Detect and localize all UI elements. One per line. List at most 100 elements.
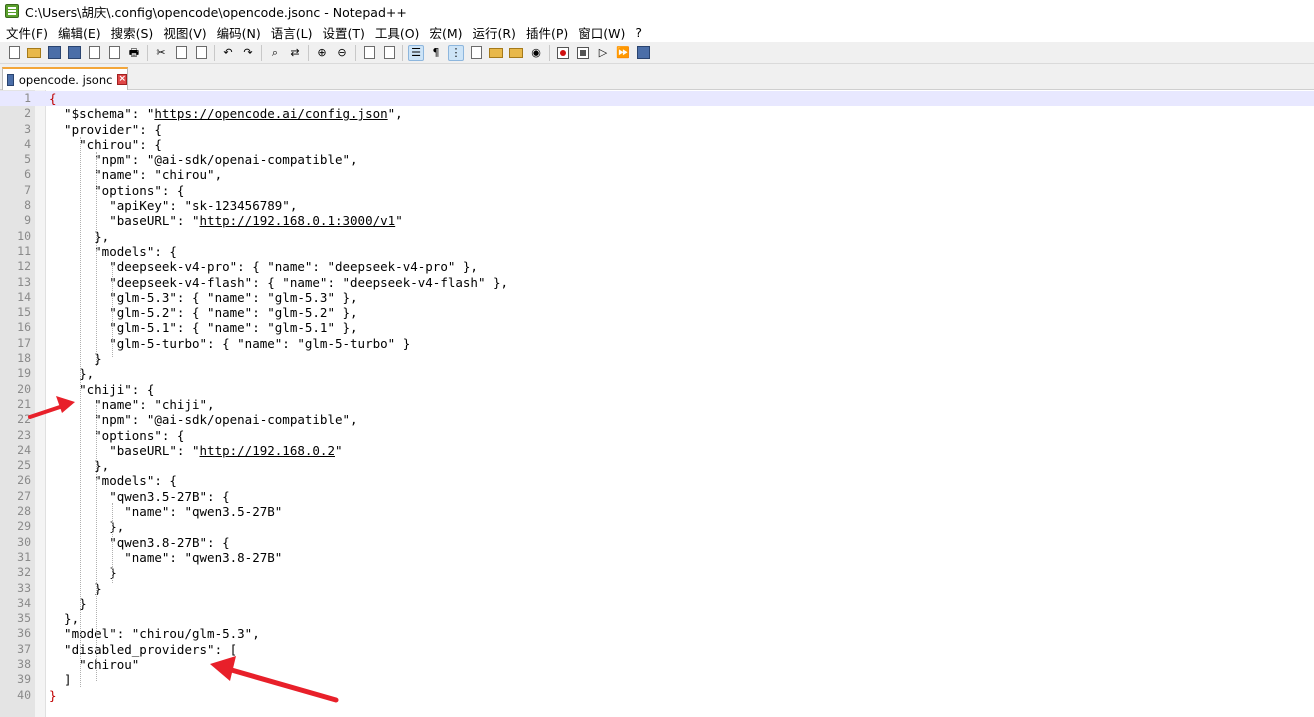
code-line[interactable]: 3 "provider": { — [0, 122, 1314, 137]
menu-plugins[interactable]: 插件(P) — [521, 23, 573, 42]
folder-as-workspace-button[interactable] — [508, 45, 524, 61]
paste-button[interactable] — [193, 45, 209, 61]
code-line[interactable]: 30 "qwen3.8-27B": { — [0, 535, 1314, 550]
code-line[interactable]: 24 "baseURL": "http://192.168.0.2" — [0, 443, 1314, 458]
code-line[interactable]: 39 ] — [0, 672, 1314, 687]
open-file-button[interactable] — [26, 45, 42, 61]
code-line[interactable]: 28 "name": "qwen3.5-27B" — [0, 504, 1314, 519]
code-line[interactable]: 1{ — [0, 91, 1314, 107]
print-button[interactable]: 🖶 — [126, 45, 142, 61]
new-file-button[interactable] — [6, 45, 22, 61]
zoom-in-button[interactable]: ⊕ — [314, 45, 330, 61]
code-line[interactable]: 5 "npm": "@ai-sdk/openai-compatible", — [0, 152, 1314, 167]
sync-vertical-button[interactable] — [361, 45, 377, 61]
scissors-icon: ✂ — [156, 45, 166, 59]
code-segment: "qwen3.8-27B": { — [49, 534, 230, 550]
code-segment: "options": { — [49, 182, 185, 198]
start-recording-button[interactable] — [555, 45, 571, 61]
close-all-button[interactable] — [106, 45, 122, 61]
menu-window[interactable]: 窗口(W) — [573, 23, 630, 42]
code-line[interactable]: 10 }, — [0, 229, 1314, 244]
code-line[interactable]: 14 "glm-5.3": { "name": "glm-5.3" }, — [0, 290, 1314, 305]
menu-run[interactable]: 运行(R) — [467, 23, 520, 42]
close-tab-icon[interactable]: × — [117, 74, 127, 85]
code-line[interactable]: 33 } — [0, 581, 1314, 596]
zoom-in-icon: ⊕ — [317, 45, 327, 59]
find-button[interactable]: ⌕ — [267, 45, 283, 61]
url-link[interactable]: http://192.168.0.2 — [200, 443, 335, 458]
menu-settings[interactable]: 设置(T) — [317, 23, 369, 42]
editor-area[interactable]: 1{2 "$schema": "https://opencode.ai/conf… — [0, 90, 1314, 717]
run-macro-multiple-button[interactable]: ⏩ — [615, 45, 631, 61]
menu-edit[interactable]: 编辑(E) — [53, 23, 106, 42]
code-line[interactable]: 8 "apiKey": "sk-123456789", — [0, 198, 1314, 213]
code-line[interactable]: 12 "deepseek-v4-pro": { "name": "deepsee… — [0, 259, 1314, 274]
url-link[interactable]: https://opencode.ai/config.json — [154, 106, 387, 121]
code-line[interactable]: 13 "deepseek-v4-flash": { "name": "deeps… — [0, 275, 1314, 290]
code-line[interactable]: 29 }, — [0, 519, 1314, 534]
menu-macro[interactable]: 宏(M) — [424, 23, 467, 42]
save-all-button[interactable] — [66, 45, 82, 61]
code-line[interactable]: 20 "chiji": { — [0, 382, 1314, 397]
code-line[interactable]: 4 "chirou": { — [0, 137, 1314, 152]
code-text: "baseURL": "http://192.168.0.1:3000/v1" — [49, 213, 403, 228]
doc-map-button[interactable] — [468, 45, 484, 61]
code-line[interactable]: 40} — [0, 688, 1314, 703]
indent-guide-button[interactable]: ⋮ — [448, 44, 464, 61]
code-line[interactable]: 37 "disabled_providers": [ — [0, 642, 1314, 657]
redo-button[interactable]: ↷ — [240, 45, 256, 61]
code-line[interactable]: 27 "qwen3.5-27B": { — [0, 489, 1314, 504]
line-number: 36 — [17, 626, 31, 641]
code-line[interactable]: 6 "name": "chirou", — [0, 167, 1314, 182]
line-number: 3 — [24, 121, 31, 136]
show-all-characters-button[interactable]: ¶ — [428, 45, 444, 61]
code-line[interactable]: 34 } — [0, 596, 1314, 611]
code-line[interactable]: 21 "name": "chiji", — [0, 397, 1314, 412]
code-line[interactable]: 15 "glm-5.2": { "name": "glm-5.2" }, — [0, 305, 1314, 320]
code-line[interactable]: 18 } — [0, 351, 1314, 366]
code-line[interactable]: 35 }, — [0, 611, 1314, 626]
code-line[interactable]: 19 }, — [0, 366, 1314, 381]
code-line[interactable]: 25 }, — [0, 458, 1314, 473]
menu-tools[interactable]: 工具(O) — [370, 23, 425, 42]
code-line[interactable]: 26 "models": { — [0, 473, 1314, 488]
save-button[interactable] — [46, 45, 62, 61]
code-segment: "deepseek-v4-pro": { "name": "deepseek-v… — [49, 259, 478, 275]
code-line[interactable]: 17 "glm-5-turbo": { "name": "glm-5-turbo… — [0, 336, 1314, 351]
stop-recording-button[interactable] — [575, 45, 591, 61]
play-macro-button[interactable]: ▷ — [595, 45, 611, 61]
tab-opencode-jsonc[interactable]: opencode. jsonc × — [2, 67, 128, 90]
code-line[interactable]: 22 "npm": "@ai-sdk/openai-compatible", — [0, 412, 1314, 427]
menu-encoding[interactable]: 编码(N) — [212, 23, 266, 42]
url-link[interactable]: http://192.168.0.1:3000/v1 — [200, 213, 396, 228]
replace-button[interactable]: ⇄ — [287, 45, 303, 61]
code-line[interactable]: 9 "baseURL": "http://192.168.0.1:3000/v1… — [0, 213, 1314, 228]
code-line[interactable]: 36 "model": "chirou/glm-5.3", — [0, 626, 1314, 641]
sync-horizontal-button[interactable] — [381, 45, 397, 61]
close-button[interactable] — [86, 45, 102, 61]
code-line[interactable]: 32 } — [0, 565, 1314, 580]
code-line[interactable]: 7 "options": { — [0, 183, 1314, 198]
function-list-button[interactable] — [488, 45, 504, 61]
undo-button[interactable]: ↶ — [220, 45, 236, 61]
word-wrap-button[interactable]: ☰ — [408, 44, 424, 61]
cut-button[interactable]: ✂ — [153, 45, 169, 61]
menu-view[interactable]: 视图(V) — [158, 23, 211, 42]
code-line[interactable]: 31 "name": "qwen3.8-27B" — [0, 550, 1314, 565]
menu-search[interactable]: 搜索(S) — [106, 23, 159, 42]
code-line[interactable]: 38 "chirou" — [0, 657, 1314, 672]
zoom-out-button[interactable]: ⊖ — [334, 45, 350, 61]
line-number: 17 — [17, 335, 31, 350]
code-line[interactable]: 2 "$schema": "https://opencode.ai/config… — [0, 106, 1314, 121]
code-text: "models": { — [49, 473, 177, 488]
code-line[interactable]: 11 "models": { — [0, 244, 1314, 259]
code-line[interactable]: 23 "options": { — [0, 428, 1314, 443]
menu-help[interactable]: ? — [630, 25, 647, 40]
code-line[interactable]: 16 "glm-5.1": { "name": "glm-5.1" }, — [0, 320, 1314, 335]
line-number: 2 — [24, 106, 31, 121]
menu-language[interactable]: 语言(L) — [266, 23, 318, 42]
menu-file[interactable]: 文件(F) — [0, 23, 53, 42]
save-macro-button[interactable] — [635, 45, 651, 61]
copy-button[interactable] — [173, 45, 189, 61]
monitoring-button[interactable]: ◉ — [528, 45, 544, 61]
